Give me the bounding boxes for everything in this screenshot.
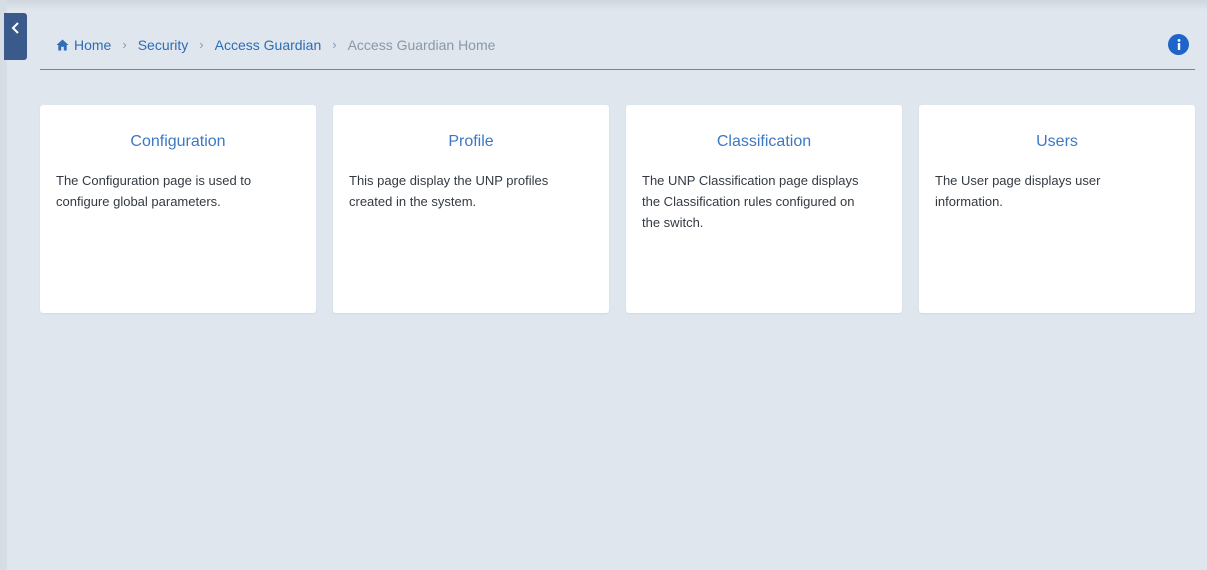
home-icon[interactable]	[56, 39, 69, 51]
card-title: Classification	[716, 133, 812, 150]
card-description: The User page displays user information.	[935, 173, 1101, 209]
breadcrumb-separator: ›	[122, 37, 127, 52]
breadcrumb-home[interactable]: Home	[74, 36, 111, 54]
card-classification[interactable]: Classification The UNP Classification pa…	[626, 105, 902, 313]
card-profile[interactable]: Profile This page display the UNP profil…	[333, 105, 609, 313]
card-users[interactable]: Users The User page displays user inform…	[919, 105, 1195, 313]
breadcrumb-separator: ›	[332, 37, 337, 52]
sidebar-collapse-button[interactable]	[4, 13, 27, 60]
card-title: Users	[1036, 133, 1078, 150]
breadcrumb-current: Access Guardian Home	[347, 37, 496, 53]
card-title: Profile	[448, 133, 494, 150]
card-description: The UNP Classification page displays the…	[642, 173, 859, 230]
breadcrumb-access-guardian[interactable]: Access Guardian	[215, 36, 322, 54]
top-shadow	[0, 0, 1207, 10]
info-icon[interactable]	[1168, 34, 1189, 55]
card-title: Configuration	[130, 133, 226, 150]
left-rail	[0, 0, 7, 570]
page: Home › Security › Access Guardian › Acce…	[0, 0, 1207, 570]
card-description: The Configuration page is used to config…	[56, 173, 252, 209]
card-description: This page display the UNP profiles creat…	[349, 173, 549, 209]
chevron-left-icon	[11, 22, 19, 34]
breadcrumb-separator: ›	[199, 37, 204, 52]
breadcrumb-security[interactable]: Security	[138, 36, 189, 54]
card-grid: Configuration The Configuration page is …	[40, 105, 1195, 313]
breadcrumb-bar: Home › Security › Access Guardian › Acce…	[40, 26, 1195, 70]
breadcrumb: Home › Security › Access Guardian › Acce…	[56, 36, 495, 54]
card-configuration[interactable]: Configuration The Configuration page is …	[40, 105, 316, 313]
